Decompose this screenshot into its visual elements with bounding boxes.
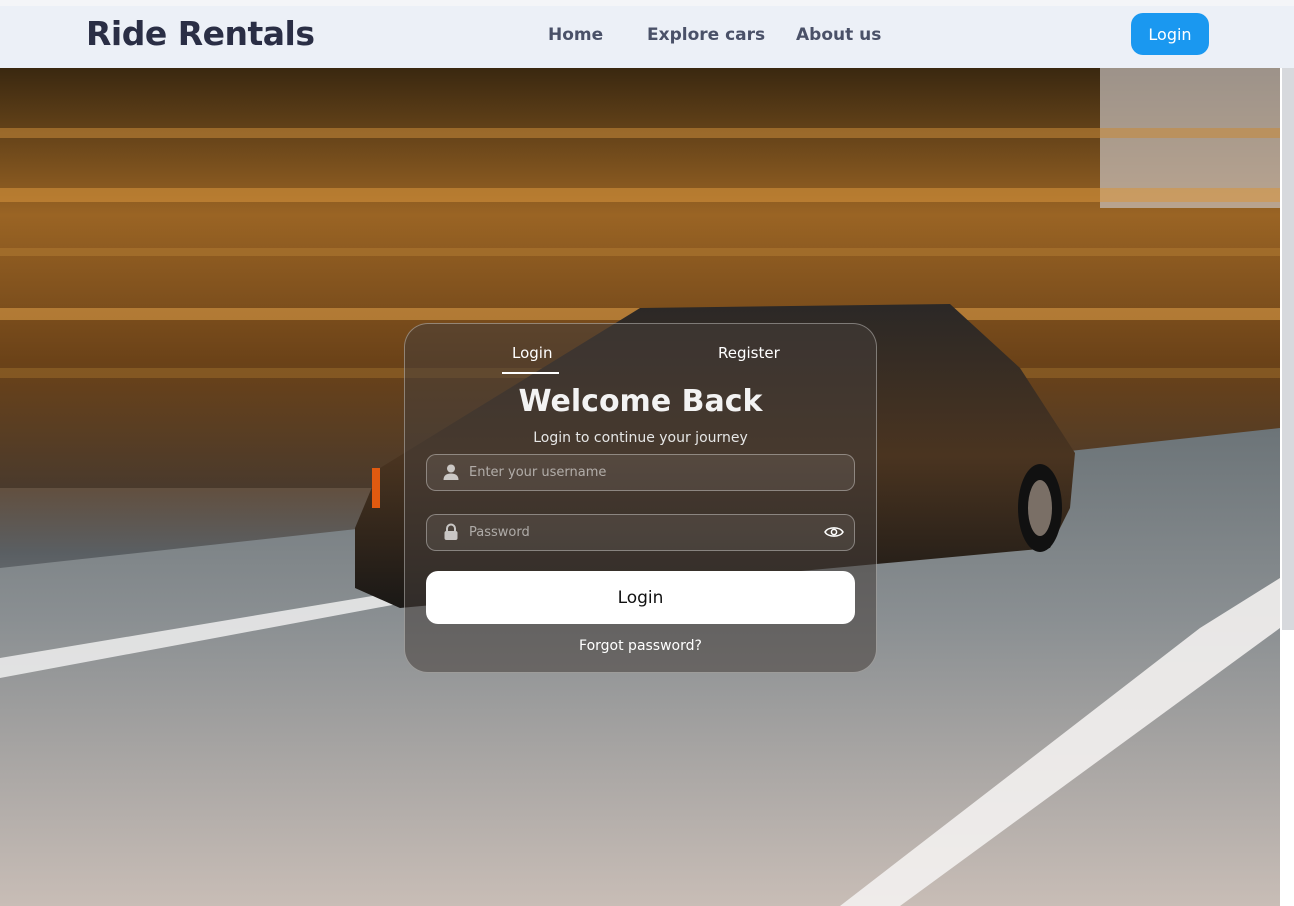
username-field[interactable]: [426, 454, 855, 491]
nav-login-button[interactable]: Login: [1131, 13, 1209, 55]
tab-register[interactable]: Register: [718, 344, 780, 362]
tab-login[interactable]: Login: [512, 344, 552, 362]
forgot-password-link[interactable]: Forgot password?: [405, 638, 876, 654]
card-title: Welcome Back: [518, 384, 763, 419]
username-input[interactable]: [469, 455, 809, 490]
card-subtitle: Login to continue your journey: [533, 430, 748, 446]
eye-icon[interactable]: [824, 524, 844, 540]
login-card: Login Register Welcome Back Login to con…: [404, 323, 877, 673]
user-icon: [443, 464, 459, 480]
active-tab-indicator: [502, 372, 559, 374]
brand-logo[interactable]: Ride Rentals: [86, 14, 315, 53]
page-scrollbar-thumb[interactable]: [1282, 68, 1294, 630]
nav-explore-cars-link[interactable]: Explore cars: [647, 25, 765, 45]
nav-home-link[interactable]: Home: [548, 25, 603, 45]
nav-about-us-link[interactable]: About us: [796, 25, 881, 45]
login-submit-button[interactable]: Login: [426, 571, 855, 624]
password-input[interactable]: [469, 515, 809, 550]
navbar: Ride Rentals Home Explore cars About us …: [0, 6, 1294, 68]
lock-icon: [444, 523, 458, 540]
password-field[interactable]: [426, 514, 855, 551]
